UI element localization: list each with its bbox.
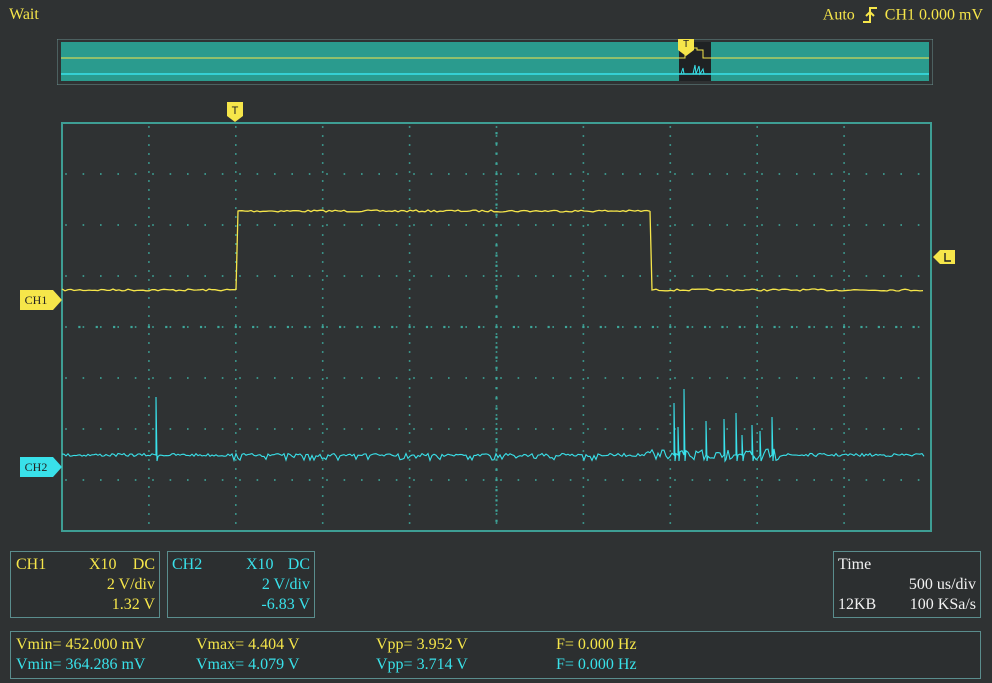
ch2-ground-marker[interactable]: CH2 <box>20 457 62 477</box>
ch1-coupling: DC <box>132 556 155 573</box>
overview-trigger-label: T <box>683 39 689 50</box>
ch1-vpp: Vpp= 3.952 V <box>376 636 468 653</box>
sample-rate: 100 KSa/s <box>909 596 976 613</box>
ch1-offset: 1.32 V <box>111 596 155 613</box>
trigger-level[interactable]: 0.000 mV <box>919 6 983 23</box>
ch2-probe: X10 <box>246 556 274 573</box>
scope-display[interactable]: T CH1 CH2 <box>0 95 992 545</box>
overview-right-region <box>711 42 929 81</box>
rising-edge-icon <box>862 7 877 24</box>
ch2-frequency: F= 0.000 Hz <box>556 656 637 673</box>
trigger-position-label: T <box>232 105 239 117</box>
memory-depth: 12KB <box>838 596 877 613</box>
ch2-name: CH2 <box>172 556 203 573</box>
ch2-coupling: DC <box>287 556 310 573</box>
trigger-mode[interactable]: Auto <box>823 6 855 23</box>
ch2-offset: -6.83 V <box>261 596 310 613</box>
ch2-vmax: Vmax= 4.079 V <box>196 656 300 673</box>
ch1-settings-panel[interactable]: CH1 X10 DC 2 V/div 1.32 V <box>10 551 160 618</box>
ch1-marker-label: CH1 <box>25 293 48 307</box>
timebase-label: Time <box>838 556 872 573</box>
ch1-frequency: F= 0.000 Hz <box>556 636 637 653</box>
ch2-vpp: Vpp= 3.714 V <box>376 656 468 673</box>
trigger-position-marker[interactable]: T <box>227 102 243 122</box>
ch1-probe: X10 <box>89 556 117 573</box>
timebase-scale: 500 us/div <box>908 576 976 593</box>
ch1-vmax: Vmax= 4.404 V <box>196 636 300 653</box>
measurements-panel: Vmin= 452.000 mV Vmax= 4.404 V Vpp= 3.95… <box>10 631 981 679</box>
ch2-scale: 2 V/div <box>261 576 310 593</box>
acquisition-status: Wait <box>9 6 39 23</box>
timebase-panel[interactable]: Time 500 us/div 12KB 100 KSa/s <box>833 551 981 618</box>
trigger-level-marker[interactable] <box>933 250 955 264</box>
trigger-source[interactable]: CH1 <box>885 6 915 23</box>
ch1-vmin: Vmin= 452.000 mV <box>16 636 146 653</box>
ch1-ground-marker[interactable]: CH1 <box>20 290 62 310</box>
overview-left-region <box>61 42 679 81</box>
ch1-scale: 2 V/div <box>106 576 155 593</box>
waveform-overview[interactable]: T <box>57 39 933 85</box>
ch2-settings-panel[interactable]: CH2 X10 DC 2 V/div -6.83 V <box>167 551 315 618</box>
ch2-marker-label: CH2 <box>25 460 48 474</box>
ch2-vmin: Vmin= 364.286 mV <box>16 656 146 673</box>
ch1-name: CH1 <box>16 556 47 573</box>
trigger-info[interactable]: Auto CH1 0.000 mV <box>823 6 983 24</box>
